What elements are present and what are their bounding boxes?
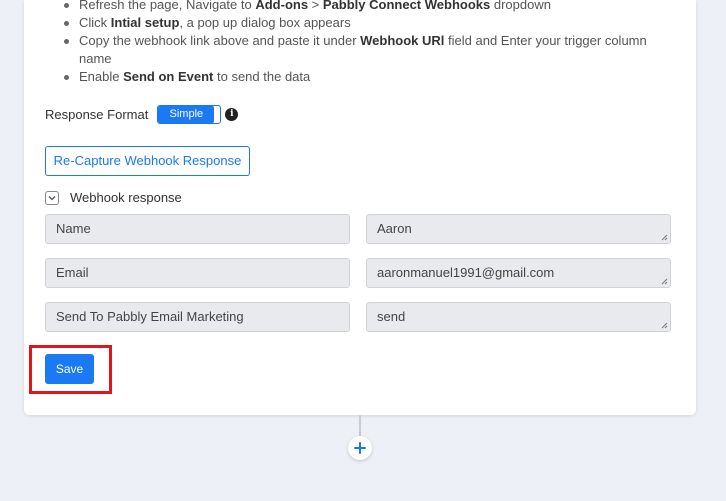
instruction-item: Copy the webhook link above and paste it… xyxy=(64,32,679,68)
response-value-email[interactable]: aaronmanuel1991@gmail.com xyxy=(366,258,671,288)
info-icon[interactable]: i xyxy=(225,108,239,121)
instruction-item: Enable Send on Event to send the data xyxy=(64,68,679,86)
response-value-name[interactable]: Aaron xyxy=(366,214,671,244)
response-format-label: Response Format xyxy=(45,107,149,122)
response-key-send: Send To Pabbly Email Marketing xyxy=(45,302,350,332)
plus-icon xyxy=(354,442,366,454)
step-card: Refresh the page, Navigate to Add-ons > … xyxy=(24,0,696,415)
recapture-webhook-button[interactable]: Re-Capture Webhook Response xyxy=(45,146,250,176)
step-connector xyxy=(359,415,361,437)
response-format-toggle[interactable]: Simple xyxy=(157,105,222,124)
response-key-email: Email xyxy=(45,258,350,288)
resize-grip-icon[interactable] xyxy=(660,321,668,329)
resize-grip-icon[interactable] xyxy=(660,233,668,241)
add-step-button[interactable] xyxy=(348,436,372,460)
response-key-name: Name xyxy=(45,214,350,244)
response-format-row: Response Format Simple i xyxy=(45,105,239,124)
response-value-send[interactable]: send xyxy=(366,302,671,332)
instruction-item: Click Intial setup, a pop up dialog box … xyxy=(64,14,679,32)
response-format-toggle-label: Simple xyxy=(158,106,215,123)
save-button[interactable]: Save xyxy=(45,354,94,384)
resize-grip-icon[interactable] xyxy=(660,277,668,285)
instruction-list: Refresh the page, Navigate to Add-ons > … xyxy=(64,0,679,86)
webhook-response-toggle[interactable]: Webhook response xyxy=(45,190,182,205)
webhook-response-label: Webhook response xyxy=(70,190,182,205)
chevron-down-icon[interactable] xyxy=(45,190,59,205)
instruction-item: Refresh the page, Navigate to Add-ons > … xyxy=(64,0,679,14)
